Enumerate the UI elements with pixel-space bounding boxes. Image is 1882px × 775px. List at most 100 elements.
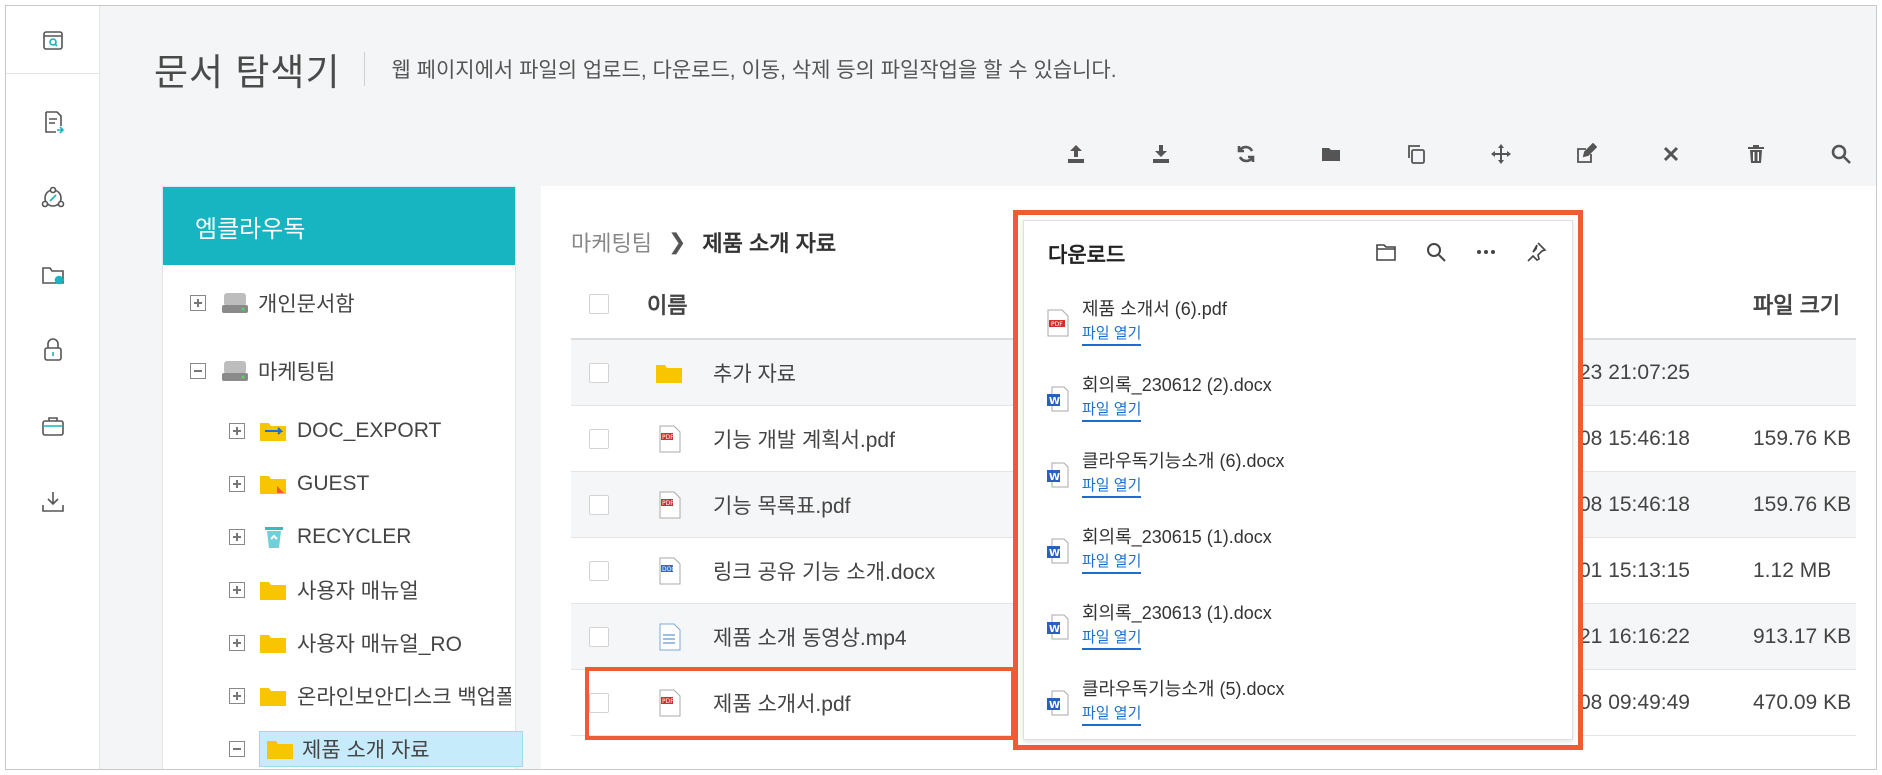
folder-icon <box>259 683 289 709</box>
expand-toggle[interactable] <box>229 635 245 651</box>
collapse-toggle[interactable] <box>229 741 245 757</box>
video-file-icon <box>655 622 685 652</box>
trash-icon[interactable] <box>1736 134 1776 174</box>
row-checkbox[interactable] <box>589 560 609 581</box>
breadcrumb: 마케팅팀 ❯ 제품 소개 자료 <box>571 226 836 258</box>
expand-toggle[interactable] <box>229 476 245 492</box>
pdf-file-icon: PDF <box>655 424 685 454</box>
download-icon[interactable] <box>1141 134 1181 174</box>
download-tray-icon[interactable] <box>6 468 100 536</box>
folder-settings-icon[interactable] <box>6 240 100 308</box>
tree-item-user-manual-ro[interactable]: 사용자 매뉴얼_RO <box>229 623 462 663</box>
collapse-toggle[interactable] <box>190 363 206 379</box>
svg-text:W: W <box>1049 624 1060 635</box>
tree-item-marketing[interactable]: 마케팅팀 <box>190 351 335 391</box>
download-panel: 다운로드 PDF 제품 소개서 (6).pdf 파일 열기 W 회의록_2306… <box>1013 210 1583 750</box>
row-checkbox[interactable] <box>589 692 609 713</box>
open-file-link[interactable]: 파일 열기 <box>1082 550 1142 574</box>
search-icon[interactable] <box>1821 134 1861 174</box>
tree-item-product-intro[interactable]: 제품 소개 자료 <box>229 729 523 769</box>
file-name[interactable]: 기능 목록표.pdf <box>713 490 850 520</box>
search-icon[interactable] <box>1416 233 1456 271</box>
page-header: 문서 탐색기 웹 페이지에서 파일의 업로드, 다운로드, 이동, 삭제 등의 … <box>154 42 1117 96</box>
briefcase-icon[interactable] <box>6 392 100 460</box>
download-item[interactable]: W 회의록_230615 (1).docx 파일 열기 <box>1046 523 1546 583</box>
pin-icon[interactable] <box>1516 233 1556 271</box>
download-item[interactable]: W 회의록_230612 (2).docx 파일 열기 <box>1046 371 1546 431</box>
download-item[interactable]: W 클라우독기능소개 (5).docx 파일 열기 <box>1046 675 1546 735</box>
file-name[interactable]: 제품 소개서.pdf <box>713 688 850 718</box>
download-file-name: 회의록_230612 (2).docx <box>1082 375 1272 395</box>
copy-icon[interactable] <box>1396 134 1436 174</box>
file-name[interactable]: 추가 자료 <box>713 358 796 388</box>
open-file-link[interactable]: 파일 열기 <box>1082 474 1142 498</box>
tree-item-guest[interactable]: GUEST <box>229 464 369 504</box>
row-checkbox[interactable] <box>589 428 609 449</box>
file-date: 08 15:46:18 <box>1579 492 1690 516</box>
download-item[interactable]: W 회의록_230613 (1).docx 파일 열기 <box>1046 599 1546 659</box>
download-item[interactable]: PDF 제품 소개서 (6).pdf 파일 열기 <box>1046 295 1546 355</box>
svg-text:PDF: PDF <box>662 434 674 441</box>
rename-icon[interactable] <box>1566 134 1606 174</box>
expand-toggle[interactable] <box>229 688 245 704</box>
document-export-icon[interactable] <box>6 88 100 156</box>
row-checkbox[interactable] <box>589 362 609 383</box>
doc-file-icon: DOC <box>655 556 685 586</box>
download-item[interactable]: W 클라우독기능소개 (6).docx 파일 열기 <box>1046 447 1546 507</box>
more-options-icon[interactable] <box>1466 233 1506 271</box>
tree-item-recycler[interactable]: RECYCLER <box>229 517 411 557</box>
open-folder-icon[interactable] <box>1366 233 1406 271</box>
open-file-link[interactable]: 파일 열기 <box>1082 626 1142 650</box>
svg-text:W: W <box>1049 396 1060 407</box>
new-folder-icon[interactable] <box>1311 134 1351 174</box>
expand-toggle[interactable] <box>190 295 206 311</box>
word-file-icon: W <box>1046 613 1072 643</box>
close-icon[interactable] <box>1651 134 1691 174</box>
file-size: 1.12 MB <box>1753 558 1832 582</box>
expand-toggle[interactable] <box>229 582 245 598</box>
expand-toggle[interactable] <box>229 529 245 545</box>
chevron-right-icon: ❯ <box>667 229 687 254</box>
file-size: 159.76 KB <box>1753 426 1852 450</box>
download-file-name: 회의록_230613 (1).docx <box>1082 603 1272 623</box>
file-toolbar <box>1056 134 1876 174</box>
open-file-link[interactable]: 파일 열기 <box>1082 322 1142 346</box>
download-file-name: 회의록_230615 (1).docx <box>1082 527 1272 547</box>
upload-icon[interactable] <box>1056 134 1096 174</box>
drive-icon <box>220 290 250 316</box>
column-name[interactable]: 이름 <box>647 288 687 320</box>
tree-header: 엠클라우독 <box>163 187 515 265</box>
word-file-icon: W <box>1046 385 1072 415</box>
tree-item-online-backup[interactable]: 온라인보안디스크 백업폴 <box>229 676 511 716</box>
file-name[interactable]: 기능 개발 계획서.pdf <box>713 424 895 454</box>
open-file-link[interactable]: 파일 열기 <box>1082 702 1142 726</box>
download-tools <box>1366 233 1556 271</box>
page-title: 문서 탐색기 <box>154 52 341 93</box>
file-name[interactable]: 링크 공유 기능 소개.docx <box>713 556 935 586</box>
move-icon[interactable] <box>1481 134 1521 174</box>
select-all-checkbox[interactable] <box>589 294 609 314</box>
tree-item-user-manual[interactable]: 사용자 매뉴얼 <box>229 570 419 610</box>
refresh-icon[interactable] <box>1226 134 1266 174</box>
tree-item-doc-export[interactable]: DOC_EXPORT <box>229 411 441 451</box>
lock-icon[interactable] <box>6 316 100 384</box>
breadcrumb-current: 제품 소개 자료 <box>702 231 837 256</box>
title-divider <box>364 52 366 86</box>
column-size[interactable]: 파일 크기 <box>1753 288 1840 320</box>
open-file-link[interactable]: 파일 열기 <box>1082 398 1142 422</box>
tree-item-label: 제품 소개 자료 <box>302 739 430 762</box>
side-rail <box>6 6 100 769</box>
row-checkbox[interactable] <box>589 626 609 647</box>
page-description: 웹 페이지에서 파일의 업로드, 다운로드, 이동, 삭제 등의 파일작업을 할… <box>391 59 1117 82</box>
file-name[interactable]: 제품 소개 동영상.mp4 <box>713 622 907 652</box>
pdf-file-icon: PDF <box>1046 309 1072 339</box>
tree-item-personal[interactable]: 개인문서함 <box>190 283 355 323</box>
expand-toggle[interactable] <box>229 423 245 439</box>
row-checkbox[interactable] <box>589 494 609 515</box>
breadcrumb-parent[interactable]: 마케팅팀 <box>571 226 652 258</box>
folder-tree-panel: 엠클라우독 개인문서함 마케팅팀 DOC_EXPORT GUEST RECYCL… <box>162 186 523 769</box>
document-search-icon[interactable] <box>6 6 100 74</box>
file-date: 23 21:07:25 <box>1579 360 1690 384</box>
share-link-icon[interactable] <box>6 164 100 232</box>
recycle-bin-icon <box>259 524 289 550</box>
